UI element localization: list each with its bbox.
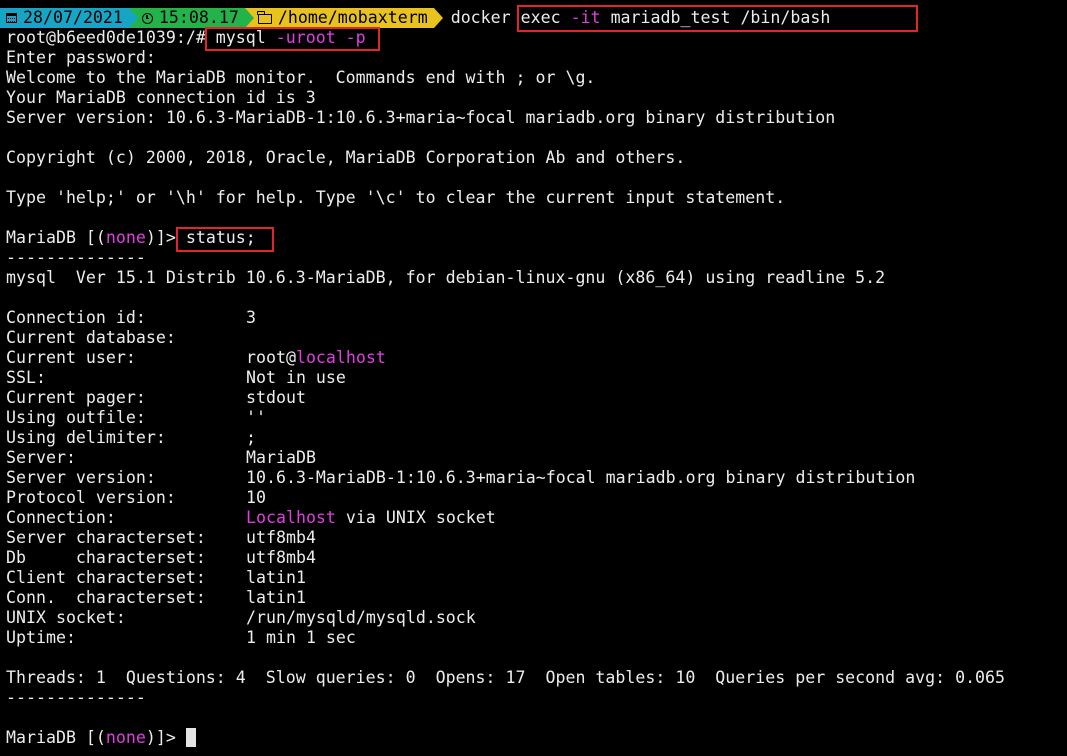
folder-icon [257,11,272,24]
segment-separator [128,8,138,28]
status-row: Db characterset: utf8mb4 [6,548,316,567]
help-line: Type 'help;' or '\h' for help. Type '\c'… [6,188,786,207]
status-row: Client characterset: latin1 [6,568,306,587]
shell-prompt: root@b6eed0de1039:/# [6,28,216,47]
date-text: 28/07/2021 [23,8,123,27]
separator: -------------- [6,248,146,267]
segment-separator [433,8,443,28]
connection-id-line: Your MariaDB connection id is 3 [6,88,316,107]
mariadb-prompt-line[interactable]: MariaDB [(none)]> [6,727,196,748]
status-row: Protocol version: 10 [6,488,266,507]
enter-password-line: Enter password: [6,48,156,67]
status-row: UNIX socket:/run/mysqld/mysqld.sock [6,608,476,627]
text-cursor [185,727,196,747]
directory-segment: /home/mobaxterm [253,8,434,28]
status-row: Conn. characterset: latin1 [6,588,306,607]
segment-separator [244,8,254,28]
status-row: Current database: [6,328,176,347]
separator: -------------- [6,688,146,707]
status-row: Server: MariaDB [6,448,316,467]
clock-icon [141,12,153,24]
status-row: Using delimiter:; [6,428,256,447]
time-text: 15:08.17 [158,8,239,27]
status-row: Uptime: 1 min 1 sec [6,628,356,647]
status-row: Current user: root@localhost [6,348,386,367]
status-row: Current pager: stdout [6,388,306,407]
calendar-icon [6,13,17,23]
server-version-line: Server version: 10.6.3-MariaDB-1:10.6.3+… [6,108,836,127]
status-command-highlight [176,227,274,252]
status-row: Connection: Localhost via UNIX socket [6,508,496,527]
date-segment: 28/07/2021 [0,8,129,28]
status-summary: Threads: 1 Questions: 4 Slow queries: 0 … [6,668,1006,687]
mysql-command-highlight [205,27,380,51]
status-row: Connection id: 3 [6,308,256,327]
terminal-window[interactable]: 28/07/2021 15:08.17 /home/mobaxterm dock… [0,0,1067,756]
status-row: Server version: 10.6.3-MariaDB-1:10.6.3+m… [6,468,916,487]
status-row: Server characterset: utf8mb4 [6,528,316,547]
welcome-line: Welcome to the MariaDB monitor. Commands… [6,68,596,87]
directory-text: /home/mobaxterm [277,8,428,27]
version-line: mysql Ver 15.1 Distrib 10.6.3-MariaDB, f… [6,268,886,287]
copyright-line: Copyright (c) 2000, 2018, Oracle, MariaD… [6,148,686,167]
docker-command-highlight [517,5,918,32]
status-row: SSL: Not in use [6,368,346,387]
time-segment: 15:08.17 [137,8,245,28]
status-row: Using outfile: '' [6,408,266,427]
